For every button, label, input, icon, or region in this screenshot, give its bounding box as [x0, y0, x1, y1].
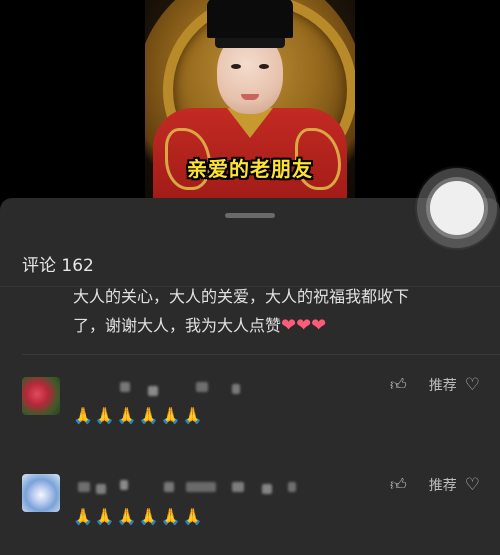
blurred-username-segment: [78, 482, 90, 492]
comment-text: 🙏🙏🙏🙏🙏🙏: [73, 507, 205, 526]
video-caption: 亲爱的老朋友: [187, 157, 313, 181]
blurred-username-segment: [164, 482, 174, 492]
blurred-username-segment: [196, 382, 208, 392]
comments-title: 评论 162: [22, 256, 94, 276]
previous-comment-text: 大人的关心，大人的关爱，大人的祝福我都收下了，谢谢大人，我为大人点赞: [73, 287, 410, 335]
recommend-button[interactable]: 推荐: [429, 375, 457, 395]
video-player[interactable]: 亲爱的老朋友: [0, 0, 500, 200]
blurred-username-segment: [288, 482, 296, 492]
blurred-username-segment: [232, 384, 240, 394]
lotus-avatar-icon[interactable]: [22, 474, 60, 512]
comment-actions: 👍︎ 推荐 ♡: [390, 474, 480, 496]
blurred-username-segment: [120, 480, 128, 490]
thumbs-up-icon[interactable]: 👍︎: [390, 375, 407, 395]
thumbs-up-icon[interactable]: 👍︎: [390, 475, 407, 495]
record-circle-icon[interactable]: [430, 181, 484, 235]
comment-text: 🙏🙏🙏🙏🙏🙏: [73, 406, 205, 425]
comments-sheet: 评论 162 大人的关心，大人的关爱，大人的祝福我都收下了，谢谢大人，我为大人点…: [0, 198, 500, 555]
video-frame: 亲爱的老朋友: [145, 0, 355, 200]
blurred-username-segment: [262, 484, 272, 494]
blurred-username-segment: [120, 382, 130, 392]
comment-separator: [22, 354, 500, 355]
recommend-button[interactable]: 推荐: [429, 475, 457, 495]
drag-handle[interactable]: [225, 213, 275, 218]
heart-emoji-icon: ❤❤❤: [281, 315, 327, 336]
blurred-username-segment: [232, 482, 244, 492]
comment-item[interactable]: 👍︎ 推荐 ♡ 🙏🙏🙏🙏🙏🙏: [0, 374, 500, 466]
person-eye: [259, 64, 269, 69]
comment-actions: 👍︎ 推荐 ♡: [390, 374, 480, 396]
person-eye: [231, 64, 241, 69]
previous-comment: 大人的关心，大人的关爱，大人的祝福我都收下了，谢谢大人，我为大人点赞❤❤❤: [73, 282, 433, 340]
heart-outline-icon[interactable]: ♡: [465, 475, 480, 495]
comment-item[interactable]: 👍︎ 推荐 ♡ 🙏🙏🙏🙏🙏🙏: [0, 474, 500, 555]
heart-outline-icon[interactable]: ♡: [465, 375, 480, 395]
blurred-username-segment: [96, 484, 106, 494]
official-hat: [207, 0, 293, 38]
blurred-username-segment: [148, 386, 158, 396]
blurred-username-segment: [186, 482, 216, 492]
floating-record-button[interactable]: [417, 168, 497, 248]
flower-avatar-icon[interactable]: [22, 377, 60, 415]
header-divider: [0, 286, 500, 287]
